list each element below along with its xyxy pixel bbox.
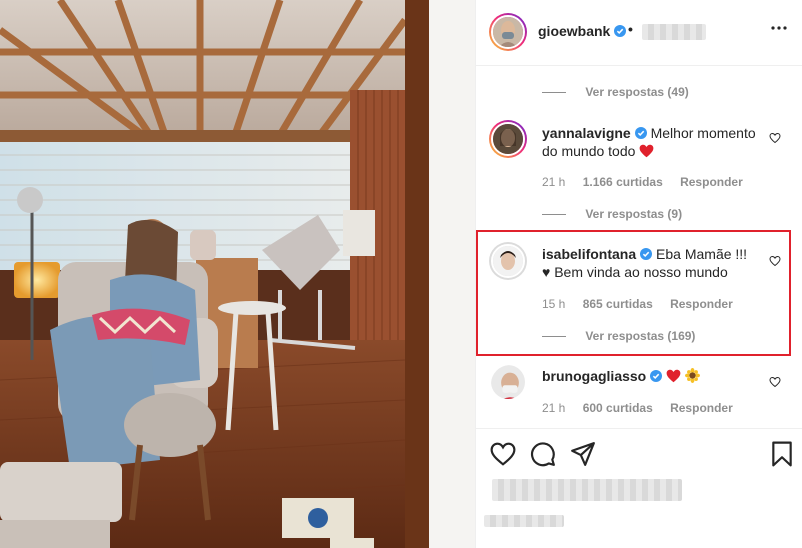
author-username-text[interactable]: gioewbank: [538, 23, 610, 39]
comment-time[interactable]: 21 h: [542, 175, 565, 189]
comment-avatar[interactable]: [489, 242, 527, 280]
comment-avatar[interactable]: [489, 363, 527, 401]
bookmark-icon[interactable]: [769, 441, 795, 467]
comment-time[interactable]: 15 h: [542, 297, 565, 311]
comment-body: yannalavigne Melhor momento do mundo tod…: [542, 124, 762, 160]
post-photo: [0, 0, 475, 548]
comment-body: isabelifontana Eba Mamãe !!! ♥ Bem vinda…: [542, 245, 762, 281]
heart-icon[interactable]: [490, 441, 516, 467]
sunflower-icon: [685, 368, 701, 383]
share-icon[interactable]: [570, 441, 596, 467]
verified-badge-icon: [614, 25, 627, 37]
likes-count-blurred: [492, 479, 682, 501]
comment-likes[interactable]: 600 curtidas: [583, 401, 653, 415]
comment-username[interactable]: isabelifontana: [542, 246, 636, 262]
follow-status-blurred: [642, 24, 706, 40]
view-replies-link[interactable]: Ver respostas (169): [542, 329, 695, 343]
view-replies-label[interactable]: Ver respostas (9): [585, 207, 682, 221]
comment-avatar[interactable]: [489, 120, 527, 158]
comment-username[interactable]: brunogagliasso: [542, 368, 646, 384]
comments-list[interactable]: Ver respostas (49) yannalavigne Melhor m…: [476, 66, 802, 428]
comment-likes[interactable]: 865 curtidas: [583, 297, 653, 311]
comment-text: ♥ Bem vinda ao nosso mundo: [542, 264, 728, 280]
red-heart-icon: [666, 369, 681, 383]
post-header: gioewbank •: [476, 0, 802, 66]
verified-badge-icon: [634, 127, 647, 139]
comment-body: brunogagliasso: [542, 367, 762, 385]
like-comment-heart-icon[interactable]: [769, 376, 781, 388]
author-avatar[interactable]: [489, 13, 527, 51]
like-comment-heart-icon[interactable]: [769, 255, 781, 267]
reply-button[interactable]: Responder: [670, 401, 733, 415]
red-heart-icon: [639, 144, 654, 158]
post-actions: [476, 428, 802, 548]
header-separator: •: [628, 21, 633, 37]
comment-icon[interactable]: [530, 441, 556, 467]
post-detail-panel: gioewbank • Ver respostas (49) yannalavi…: [475, 0, 802, 548]
like-comment-heart-icon[interactable]: [769, 132, 781, 144]
view-replies-label[interactable]: Ver respostas (49): [585, 85, 688, 99]
comment-username[interactable]: yannalavigne: [542, 125, 631, 141]
view-replies-link[interactable]: Ver respostas (49): [542, 85, 688, 99]
verified-badge-icon: [640, 248, 653, 260]
author-username[interactable]: gioewbank: [538, 23, 627, 39]
comment-meta: 21 h 1.166 curtidas Responder: [542, 175, 757, 189]
comment-meta: 21 h 600 curtidas Responder: [542, 401, 747, 415]
comment-time[interactable]: 21 h: [542, 401, 565, 415]
more-options-icon[interactable]: [771, 26, 787, 30]
view-replies-link[interactable]: Ver respostas (9): [542, 207, 682, 221]
verified-badge-icon: [650, 370, 663, 382]
comment-meta: 15 h 865 curtidas Responder: [542, 297, 747, 311]
reply-button[interactable]: Responder: [680, 175, 743, 189]
view-replies-label[interactable]: Ver respostas (169): [585, 329, 695, 343]
comment-text: Eba Mamãe !!!: [656, 246, 748, 262]
post-date-blurred: [484, 515, 564, 527]
reply-button[interactable]: Responder: [670, 297, 733, 311]
comment-likes[interactable]: 1.166 curtidas: [583, 175, 663, 189]
